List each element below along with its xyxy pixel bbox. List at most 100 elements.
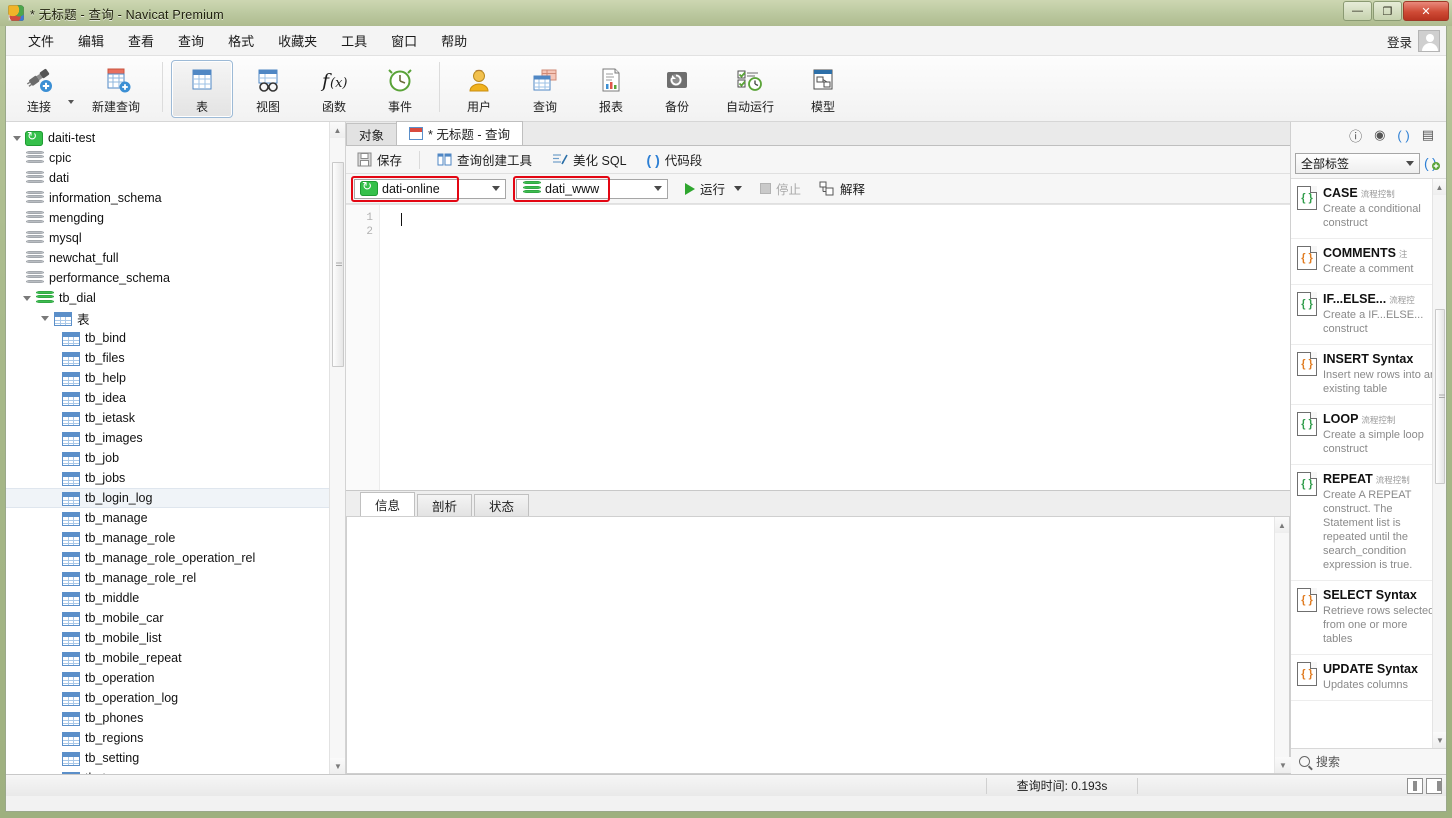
expand-arrow-icon[interactable] (20, 295, 34, 301)
code-snippet-button[interactable]: ( ) 代码段 (644, 148, 706, 171)
scroll-up-arrow-icon[interactable]: ▲ (1433, 179, 1446, 195)
expand-arrow-icon[interactable] (38, 315, 52, 321)
snippet-item[interactable]: { } SELECT Syntax Retrieve rows selected… (1291, 581, 1446, 655)
snippet-item[interactable]: { } CASE 流程控制 Create a conditional constr… (1291, 179, 1446, 239)
toolbar-user[interactable]: 用户 (448, 60, 510, 118)
tree-table-tb-ietask[interactable]: tb_ietask (6, 408, 345, 428)
tree-db-dati[interactable]: dati (6, 168, 345, 188)
menu-view[interactable]: 查看 (116, 27, 166, 54)
menu-query[interactable]: 查询 (166, 27, 216, 54)
scroll-down-arrow-icon[interactable]: ▼ (330, 758, 345, 774)
toolbar-table[interactable]: 表 (171, 60, 233, 118)
result-output-area[interactable]: ▲ ▼ (346, 516, 1291, 774)
tab-untitled-query[interactable]: * 无标题 - 查询 (396, 121, 523, 145)
tree-table-tb-operation-log[interactable]: tb_operation_log (6, 688, 345, 708)
toolbar-model[interactable]: 模型 (792, 60, 854, 118)
toolbar-automation[interactable]: 自动运行 (712, 60, 788, 118)
sql-text-area[interactable] (380, 205, 1290, 490)
connection-dropdown-caret-icon[interactable] (68, 99, 74, 104)
menu-edit[interactable]: 编辑 (66, 27, 116, 54)
tree-table-tb-bind[interactable]: tb_bind (6, 328, 345, 348)
tree-db-tb-dial[interactable]: tb_dial (6, 288, 345, 308)
menu-tools[interactable]: 工具 (329, 27, 379, 54)
connection-select[interactable]: dati-online (354, 178, 506, 199)
tree-table-tb-phones[interactable]: tb_phones (6, 708, 345, 728)
minimize-button[interactable]: ― (1343, 1, 1372, 21)
query-builder-button[interactable]: 查询创建工具 (434, 148, 535, 171)
scroll-up-arrow-icon[interactable]: ▲ (1275, 517, 1289, 533)
tree-db-newchat-full[interactable]: newchat_full (6, 248, 345, 268)
tree-group-tables[interactable]: 表 (6, 308, 345, 328)
tree-table-tb-login-log[interactable]: tb_login_log (6, 488, 345, 508)
database-select[interactable]: dati_www (516, 178, 668, 199)
snippet-item[interactable]: { } LOOP 流程控制 Create a simple loop constr… (1291, 405, 1446, 465)
beautify-sql-button[interactable]: 美化 SQL (549, 148, 630, 171)
tree-table-tb-images[interactable]: tb_images (6, 428, 345, 448)
info-icon[interactable]: ⓘ (1349, 126, 1362, 145)
chevron-down-icon[interactable] (654, 186, 662, 191)
tree-table-tb-setting[interactable]: tb_setting (6, 748, 345, 768)
menu-format[interactable]: 格式 (216, 27, 266, 54)
snippet-label-filter[interactable]: 全部标签 (1295, 152, 1420, 174)
target-icon[interactable]: ◉ (1374, 127, 1385, 143)
result-scrollbar[interactable]: ▲ ▼ (1274, 517, 1291, 773)
avatar[interactable] (1418, 30, 1440, 52)
tree-table-tb-mobile-car[interactable]: tb_mobile_car (6, 608, 345, 628)
tab-status[interactable]: 状态 (474, 494, 530, 516)
snippet-scrollbar[interactable]: ▲ ▼ (1432, 179, 1446, 748)
menu-window[interactable]: 窗口 (379, 27, 429, 54)
snippet-list[interactable]: { } CASE 流程控制 Create a conditional constr… (1291, 178, 1446, 748)
tree-table-tb-mobile-list[interactable]: tb_mobile_list (6, 628, 345, 648)
tree-table-tb-middle[interactable]: tb_middle (6, 588, 345, 608)
expand-arrow-icon[interactable] (10, 135, 24, 141)
run-dropdown-caret-icon[interactable] (734, 186, 743, 191)
menu-help[interactable]: 帮助 (429, 27, 479, 54)
maximize-button[interactable]: ❐ (1373, 1, 1402, 21)
snippet-search-row[interactable]: 搜索 (1291, 748, 1446, 774)
scroll-down-arrow-icon[interactable]: ▼ (1433, 732, 1446, 748)
scroll-down-arrow-icon[interactable]: ▼ (1275, 757, 1291, 773)
login-label[interactable]: 登录 (1387, 32, 1412, 51)
tree-db-information-schema[interactable]: information_schema (6, 188, 345, 208)
snippet-item[interactable]: { } COMMENTS 注 Create a comment (1291, 239, 1446, 285)
scrollbar-thumb[interactable] (332, 162, 344, 367)
layout-left-button[interactable] (1407, 777, 1423, 794)
tree-table-tb-manage-role-operation-rel[interactable]: tb_manage_role_operation_rel (6, 548, 345, 568)
tree-table-tb-help[interactable]: tb_help (6, 368, 345, 388)
explain-button[interactable]: 解释 (816, 177, 868, 200)
structure-icon[interactable]: ▤ (1422, 127, 1434, 143)
snippet-item[interactable]: { } INSERT Syntax Insert new rows into a… (1291, 345, 1446, 405)
tab-objects[interactable]: 对象 (346, 123, 398, 145)
toolbar-function[interactable]: f (x) 函数 (303, 60, 365, 118)
tree-table-tb-idea[interactable]: tb_idea (6, 388, 345, 408)
tree-table-tb-regions[interactable]: tb_regions (6, 728, 345, 748)
scroll-up-arrow-icon[interactable]: ▲ (330, 122, 345, 138)
sidebar-scrollbar[interactable]: ▲ ▼ (329, 122, 345, 774)
tree-table-tb-manage-role[interactable]: tb_manage_role (6, 528, 345, 548)
close-button[interactable]: ✕ (1403, 1, 1449, 21)
snippet-item[interactable]: { } UPDATE Syntax Updates columns (1291, 655, 1446, 701)
toolbar-view[interactable]: 视图 (237, 60, 299, 118)
tree-db-performance-schema[interactable]: performance_schema (6, 268, 345, 288)
run-button[interactable]: 运行 (682, 177, 745, 200)
snippet-item[interactable]: { } REPEAT 流程控制 Create A REPEAT construct… (1291, 465, 1446, 581)
tree-table-tb-manage-role-rel[interactable]: tb_manage_role_rel (6, 568, 345, 588)
layout-right-button[interactable] (1426, 777, 1442, 794)
sql-editor[interactable]: 1 2 (346, 204, 1290, 490)
tree-db-mengding[interactable]: mengding (6, 208, 345, 228)
scrollbar-thumb[interactable] (1435, 309, 1445, 484)
tree-table-tb-mobile-repeat[interactable]: tb_mobile_repeat (6, 648, 345, 668)
code-snippet-icon[interactable]: ( ) (1397, 128, 1409, 143)
tree-table-tb-files[interactable]: tb_files (6, 348, 345, 368)
toolbar-backup[interactable]: 备份 (646, 60, 708, 118)
add-snippet-button[interactable]: ( ) (1424, 154, 1442, 172)
tree-table-tb-manage[interactable]: tb_manage (6, 508, 345, 528)
toolbar-new-query[interactable]: 新建查询 (78, 60, 154, 118)
tree-table-tb-jobs[interactable]: tb_jobs (6, 468, 345, 488)
toolbar-event[interactable]: 事件 (369, 60, 431, 118)
tree-table-tb-job[interactable]: tb_job (6, 448, 345, 468)
tree-table-tb-operation[interactable]: tb_operation (6, 668, 345, 688)
tab-profile[interactable]: 剖析 (417, 494, 473, 516)
toolbar-report[interactable]: 报表 (580, 60, 642, 118)
tree-db-mysql[interactable]: mysql (6, 228, 345, 248)
